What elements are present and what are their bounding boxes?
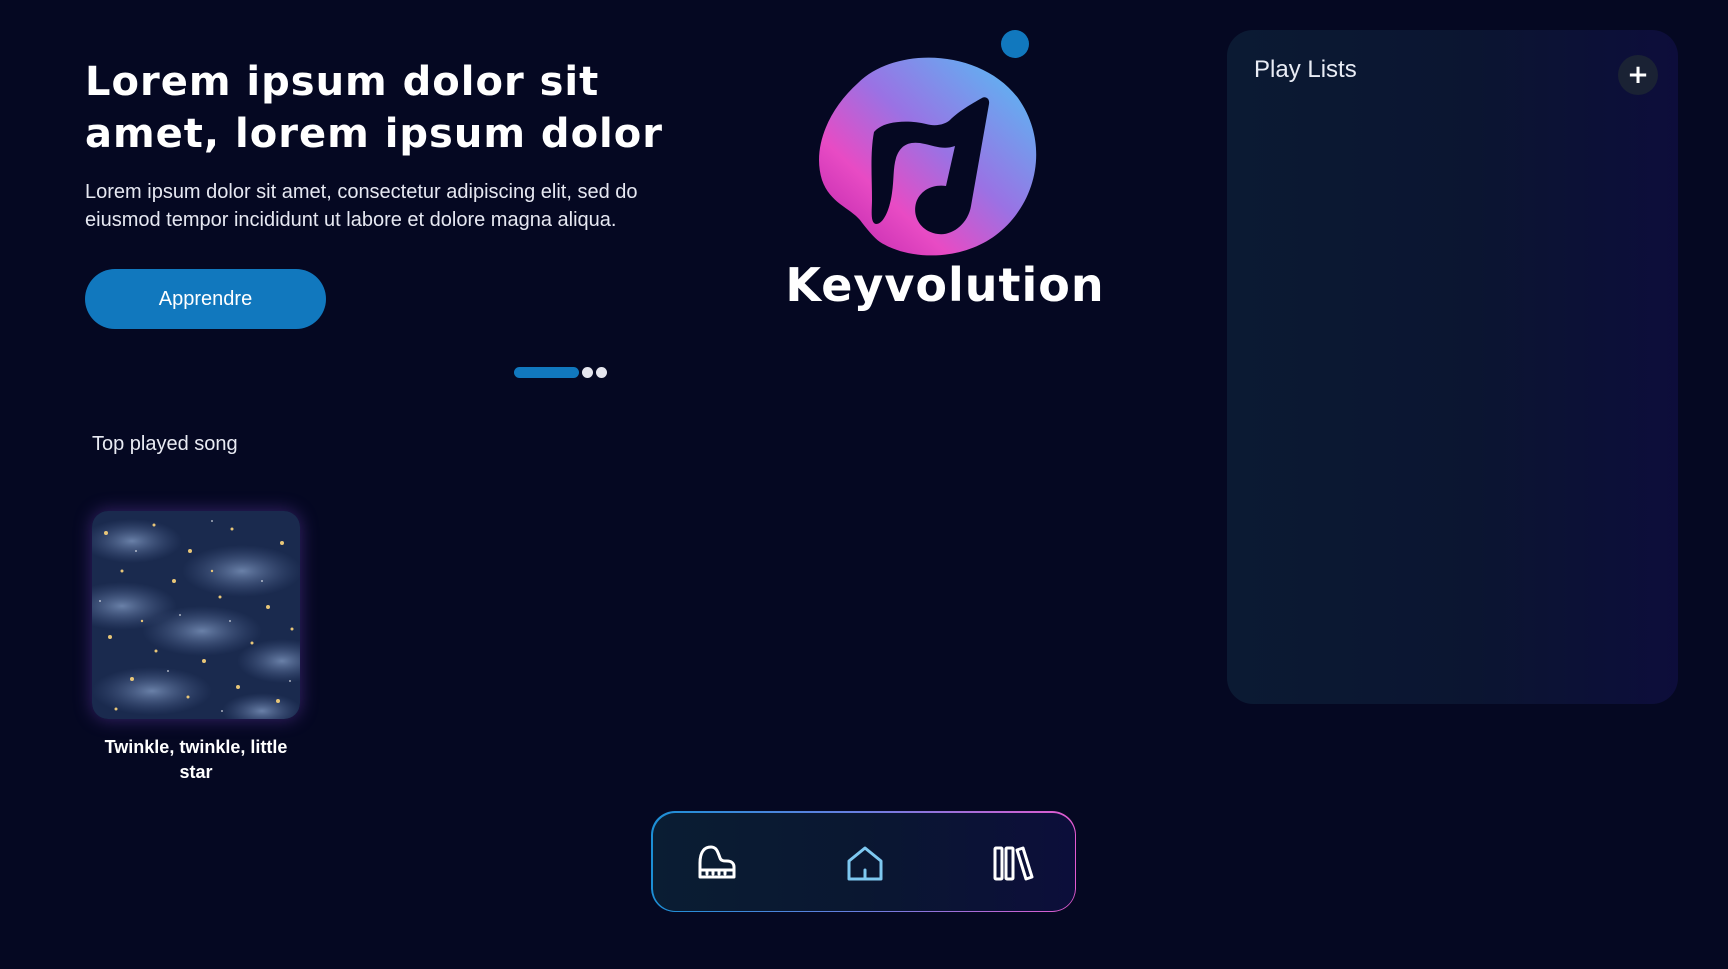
nav-piano-button[interactable] bbox=[693, 839, 741, 887]
library-icon bbox=[993, 846, 1033, 880]
nav-home-button[interactable] bbox=[841, 839, 889, 887]
carousel-dot[interactable] bbox=[596, 367, 607, 378]
song-card[interactable]: Twinkle, twinkle, little star bbox=[92, 511, 300, 785]
carousel-dot[interactable] bbox=[582, 367, 593, 378]
bottom-nav bbox=[651, 811, 1076, 912]
playlists-panel: Play Lists + bbox=[1227, 30, 1678, 704]
home-icon bbox=[847, 846, 882, 880]
playlists-title: Play Lists bbox=[1254, 56, 1357, 83]
brand-name: Keyvolution bbox=[785, 258, 1105, 312]
hero-title: Lorem ipsum dolor sit amet, lorem ipsum … bbox=[85, 59, 663, 157]
top-played-title: Top played song bbox=[92, 433, 238, 455]
carousel-dot-active[interactable] bbox=[514, 367, 579, 378]
learn-button[interactable]: Apprendre bbox=[85, 269, 326, 329]
hero-description: Lorem ipsum dolor sit amet, consectetur … bbox=[85, 181, 638, 231]
song-title: Twinkle, twinkle, little star bbox=[104, 737, 288, 782]
song-cover-image bbox=[92, 511, 300, 719]
piano-icon bbox=[698, 845, 735, 878]
nav-library-button[interactable] bbox=[989, 839, 1037, 887]
add-playlist-button[interactable]: + bbox=[1618, 55, 1658, 95]
